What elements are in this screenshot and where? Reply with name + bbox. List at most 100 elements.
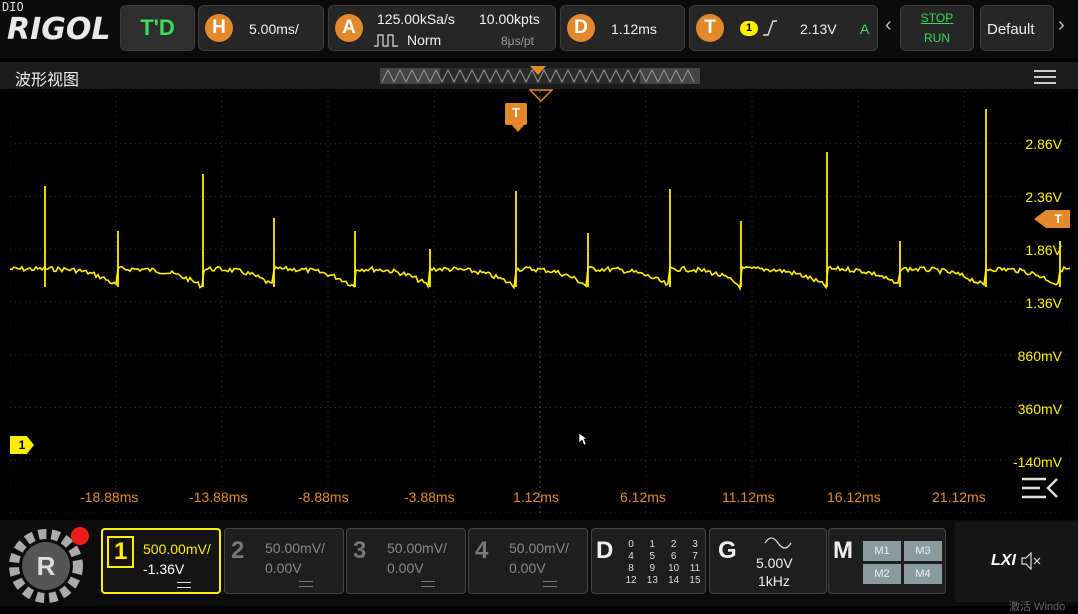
math-m3-button[interactable]: M3 — [904, 541, 942, 561]
digital-channel[interactable]: 5 — [643, 551, 661, 563]
time-label: -18.88ms — [80, 489, 139, 505]
time-label: -3.88ms — [404, 489, 455, 505]
status-panel: LXI 激活 Windo — [955, 522, 1078, 613]
delay-badge: D — [567, 14, 595, 42]
digital-channel[interactable]: 10 — [665, 563, 683, 575]
trigger-level-marker[interactable]: T — [1046, 210, 1070, 228]
time-per-point: 8μs/pt — [501, 34, 534, 48]
svg-text:R: R — [37, 551, 56, 581]
channel-3-panel[interactable]: 3 50.00mV/0.00V — [346, 528, 466, 594]
sample-rate: 125.00kSa/s — [377, 11, 455, 27]
default-button[interactable]: Default — [980, 5, 1054, 51]
rising-edge-icon — [763, 20, 777, 36]
math-m4-button[interactable]: M4 — [904, 564, 942, 584]
delay-panel[interactable]: D 1.12ms — [560, 5, 685, 51]
prev-arrow-icon[interactable]: ‹ — [885, 14, 892, 37]
channel-number: 4 — [475, 537, 489, 564]
time-label: 21.12ms — [932, 489, 986, 505]
acquire-wave-icon — [374, 34, 398, 47]
acquire-badge: A — [335, 14, 363, 42]
digital-channel[interactable]: 14 — [665, 575, 683, 587]
next-arrow-icon[interactable]: › — [1058, 14, 1065, 37]
trigger-status: A — [860, 21, 870, 37]
volt-label: 2.86V — [1025, 136, 1062, 152]
digital-channel[interactable]: 15 — [686, 575, 704, 587]
math-panel[interactable]: M M1 M3 M2 M4 — [828, 528, 946, 594]
channel-number: 1 — [107, 536, 135, 568]
delay-value: 1.12ms — [611, 21, 657, 37]
speaker-mute-icon[interactable] — [1021, 552, 1043, 570]
channel-offset: 0.00V — [387, 560, 424, 576]
channel-number: 2 — [231, 537, 245, 564]
channel-1-panel[interactable]: 1 500.00mV/ -1.36V — [101, 528, 221, 594]
digital-channel[interactable]: 6 — [665, 551, 683, 563]
coupling-icon — [543, 581, 557, 587]
time-label: 1.12ms — [513, 489, 559, 505]
math-badge: M — [833, 537, 853, 564]
coupling-icon — [177, 582, 191, 588]
time-label: 16.12ms — [827, 489, 881, 505]
time-label: 11.12ms — [722, 489, 775, 505]
channel-number: 3 — [353, 537, 367, 564]
horizontal-value: 5.00ms/ — [249, 21, 299, 37]
digital-channel[interactable]: 3 — [686, 539, 704, 551]
generator-panel[interactable]: G 5.00V 1kHz — [709, 528, 827, 594]
channel-offset: 0.00V — [265, 560, 302, 576]
mode-label: T'D — [140, 15, 175, 40]
volt-label: 1.86V — [1025, 242, 1062, 258]
trigger-source: 1 — [740, 21, 758, 36]
collapse-menu-icon[interactable] — [1020, 476, 1060, 500]
trigger-position-marker — [529, 89, 553, 103]
lxi-label: LXI — [991, 552, 1016, 569]
trigger-badge: T — [696, 14, 724, 42]
coupling-icon — [421, 581, 435, 587]
math-m2-button[interactable]: M2 — [863, 564, 901, 584]
volt-label: 1.36V — [1025, 295, 1062, 311]
waveform-display[interactable] — [10, 91, 1070, 513]
home-gear-icon[interactable]: R — [6, 524, 92, 604]
trigger-marker-pointer — [512, 125, 524, 132]
digital-channel[interactable]: 0 — [622, 539, 640, 551]
memory-points: 10.00kpts — [479, 11, 540, 27]
coupling-icon — [299, 581, 313, 587]
acquire-mode: Norm — [407, 32, 442, 48]
digital-channel[interactable]: 2 — [665, 539, 683, 551]
channel-2-panel[interactable]: 2 50.00mV/0.00V — [224, 528, 344, 594]
trigger-panel[interactable]: T 1 2.13V A — [689, 5, 878, 51]
digital-channel[interactable]: 7 — [686, 551, 704, 563]
digital-channel[interactable]: 4 — [622, 551, 640, 563]
volt-label: 860mV — [1017, 348, 1062, 364]
watermark: 激活 Windo — [1009, 601, 1066, 613]
horizontal-panel[interactable]: H 5.00ms/ — [198, 5, 324, 51]
generator-amplitude: 5.00V — [756, 555, 793, 571]
math-m1-button[interactable]: M1 — [863, 541, 901, 561]
stop-label: STOP — [920, 11, 954, 25]
digital-channel[interactable]: 8 — [622, 563, 640, 575]
rigol-logo: RIGOL — [7, 12, 111, 47]
time-label: -13.88ms — [189, 489, 248, 505]
trigger-marker[interactable]: T — [505, 103, 527, 125]
top-toolbar: DIO RIGOL T'D H 5.00ms/ A 125.00kSa/s 10… — [0, 0, 1078, 58]
digital-channel[interactable]: 9 — [643, 563, 661, 575]
acquire-panel[interactable]: A 125.00kSa/s 10.00kpts Norm 8μs/pt — [328, 5, 556, 51]
mode-button[interactable]: T'D — [120, 5, 195, 51]
digital-channel[interactable]: 13 — [643, 575, 661, 587]
channel-scale: 50.00mV/ — [387, 540, 447, 556]
menu-icon[interactable] — [1034, 70, 1056, 84]
channel-scale: 50.00mV/ — [265, 540, 325, 556]
digital-channel[interactable]: 12 — [622, 575, 640, 587]
time-label: 6.12ms — [620, 489, 666, 505]
trigger-level-pointer — [1034, 210, 1046, 228]
digital-channel[interactable]: 11 — [686, 563, 704, 575]
time-label: -8.88ms — [298, 489, 349, 505]
digital-panel[interactable]: D 0 1 2 3 4 5 6 7 8 9 10 11 12 13 14 15 — [591, 528, 706, 594]
generator-badge: G — [718, 537, 737, 564]
mouse-cursor-icon — [578, 432, 588, 446]
channel-4-panel[interactable]: 4 50.00mV/0.00V — [468, 528, 588, 594]
memory-overview-bar[interactable] — [380, 66, 702, 86]
volt-label: 360mV — [1017, 401, 1062, 417]
run-stop-button[interactable]: STOP RUN — [900, 5, 974, 51]
digital-channel[interactable]: 1 — [643, 539, 661, 551]
channel-scale: 500.00mV/ — [143, 541, 211, 557]
channel-offset: 0.00V — [509, 560, 546, 576]
